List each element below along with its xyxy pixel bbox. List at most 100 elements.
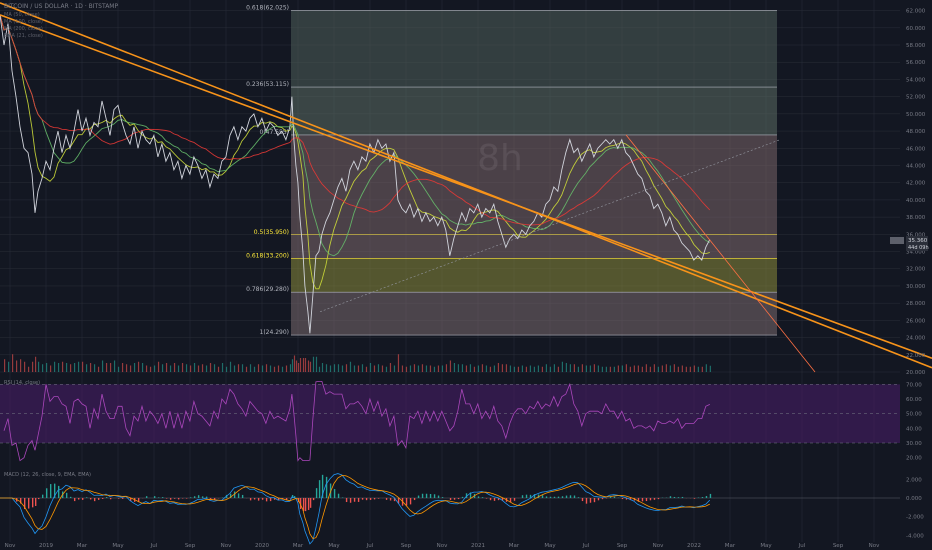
- indicator-header-3[interactable]: MA (200, close): [4, 26, 43, 32]
- time-axis-tick: May: [112, 543, 124, 549]
- macd-title[interactable]: MACD (12, 26, close, 9, EMA, EMA): [4, 472, 91, 478]
- macd-histogram-bar: [49, 484, 52, 498]
- volume-bar: [141, 363, 144, 372]
- volume-bar: [297, 363, 300, 372]
- macd-histogram-bar: [201, 496, 204, 498]
- macd-histogram-bar: [93, 498, 96, 502]
- macd-histogram-bar: [405, 498, 408, 506]
- macd-histogram-bar: [173, 498, 176, 499]
- time-axis-tick: Jul: [582, 543, 590, 549]
- volume-bar: [345, 364, 348, 372]
- volume-bar: [173, 363, 176, 372]
- time-axis-tick: Mar: [293, 543, 304, 549]
- volume-bar: [505, 364, 508, 372]
- time-axis-tick: Sep: [185, 543, 196, 549]
- volume-bar: [705, 364, 707, 372]
- fib-label: 1(24.290): [260, 329, 290, 336]
- volume-bar: [277, 365, 280, 372]
- price-axis-tick: 48.000: [906, 129, 926, 135]
- price-axis-tick: 42.000: [906, 181, 926, 187]
- time-axis-tick: May: [544, 543, 556, 549]
- volume-bar: [129, 365, 132, 372]
- time-axis-tick: Nov: [653, 543, 664, 549]
- volume-bar: [97, 366, 100, 372]
- macd-histogram-bar: [117, 498, 120, 499]
- time-axis-tick: May: [328, 543, 340, 549]
- symbol-header[interactable]: BITCOIN / US DOLLAR · 1D · BITSTAMP: [4, 3, 118, 10]
- volume-bar: [245, 366, 248, 372]
- volume-bar: [101, 360, 104, 372]
- macd-histogram-bar: [312, 498, 315, 501]
- macd-histogram-bar: [307, 498, 310, 510]
- volume-bar: [521, 365, 524, 372]
- volume-bar: [185, 364, 188, 372]
- macd-histogram-bar: [441, 497, 444, 498]
- time-axis-tick: 2021: [471, 543, 485, 549]
- volume-bar: [673, 364, 675, 372]
- volume-bar: [217, 366, 220, 372]
- price-badge-value: 35.360: [908, 238, 928, 244]
- macd-histogram-bar: [269, 498, 272, 502]
- volume-bar: [11, 354, 14, 372]
- macd-histogram-bar: [69, 496, 72, 498]
- volume-bar: [649, 366, 651, 372]
- volume-bar: [377, 364, 380, 372]
- fib-label: 0.236(53.115): [246, 81, 289, 88]
- indicator-header-1[interactable]: MA (50, close): [4, 12, 40, 18]
- volume-bar: [489, 366, 492, 372]
- volume-bar: [31, 361, 34, 372]
- volume-bar: [304, 358, 307, 372]
- indicator-header-4[interactable]: EMA (21, close): [4, 33, 43, 39]
- price-axis-tick: 26.000: [906, 318, 926, 324]
- volume-bar: [389, 363, 392, 372]
- volume-bar: [517, 366, 520, 372]
- volume-bar: [569, 364, 572, 372]
- volume-bar: [237, 364, 240, 372]
- macd-histogram-bar: [521, 495, 524, 498]
- volume-bar: [621, 365, 623, 372]
- rsi-title[interactable]: RSI (14, close): [4, 380, 40, 386]
- volume-bar: [361, 364, 364, 372]
- macd-histogram-bar: [109, 498, 112, 500]
- macd-histogram-bar: [545, 496, 548, 498]
- volume-bar: [357, 365, 360, 372]
- price-axis-tick: 46.000: [906, 146, 926, 152]
- macd-histogram-bar: [385, 498, 388, 500]
- volume-bar: [641, 366, 643, 372]
- macd-histogram-bar: [585, 498, 588, 504]
- macd-histogram-bar: [31, 498, 34, 508]
- macd-histogram-bar: [425, 493, 428, 498]
- volume-bar: [201, 364, 204, 372]
- volume-bar: [581, 364, 583, 372]
- volume-bar: [709, 365, 711, 372]
- fib-zone: [291, 134, 777, 235]
- volume-bar: [449, 360, 452, 372]
- volume-bar: [557, 366, 560, 372]
- volume-bar: [573, 364, 576, 372]
- volume-bar: [41, 364, 44, 372]
- volume-bar: [295, 360, 298, 372]
- volume-bar: [625, 364, 627, 372]
- price-axis-tick: 58.000: [906, 43, 926, 49]
- macd-histogram-bar: [453, 498, 456, 500]
- volume-bar: [197, 365, 200, 372]
- volume-bar: [477, 365, 480, 372]
- time-axis-tick: May: [760, 543, 772, 549]
- volume-bar: [657, 366, 659, 372]
- volume-bar: [473, 366, 476, 372]
- macd-histogram-bar: [337, 493, 340, 498]
- volume-bar: [181, 363, 184, 372]
- volume-bar: [165, 363, 168, 372]
- volume-bar: [225, 366, 228, 372]
- volume-bar: [153, 365, 156, 372]
- volume-bar: [285, 365, 288, 372]
- volume-bar: [307, 360, 310, 372]
- volume-bar: [417, 365, 420, 372]
- macd-histogram-bar: [449, 498, 452, 500]
- time-axis-tick: Nov: [5, 543, 16, 549]
- macd-histogram-bar: [189, 497, 192, 498]
- volume-bar: [19, 359, 22, 372]
- volume-bar: [577, 366, 579, 372]
- volume-bar: [281, 366, 284, 372]
- indicator-header-2[interactable]: MA (100, close): [4, 19, 43, 25]
